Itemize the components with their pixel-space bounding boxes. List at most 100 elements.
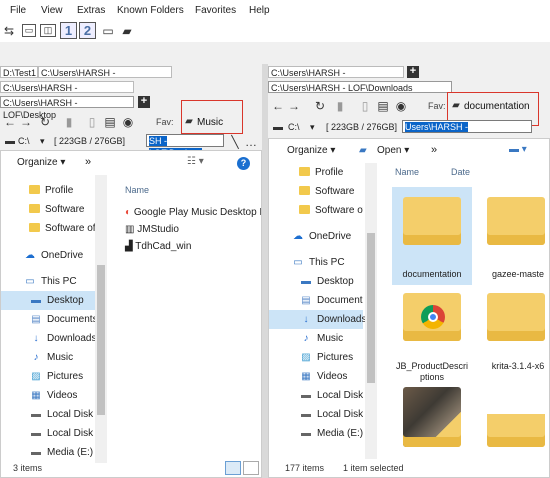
nav-item-profile[interactable]: Profile: [29, 181, 73, 200]
nav-item-media-e[interactable]: ▬ Media (E:): [29, 443, 95, 462]
drive-select[interactable]: C:\: [288, 122, 300, 132]
swap-panes-icon[interactable]: ⇆: [2, 23, 16, 39]
back-icon[interactable]: ←: [271, 98, 285, 114]
pen-icon[interactable]: ╲: [228, 134, 242, 150]
folder-tile-jb-product[interactable]: JB_ProductDescri ptions: [392, 287, 472, 383]
menu-favorites[interactable]: Favorites: [195, 5, 236, 16]
nav-item-local-disk-c[interactable]: ▬Local Disk (: [29, 405, 95, 424]
refresh-icon[interactable]: ↻: [38, 114, 52, 130]
view-options-icon[interactable]: ☷ ▾: [187, 156, 204, 167]
nav-item-documents[interactable]: ▤ Documents: [299, 291, 363, 310]
file-row[interactable]: ◐ Google Play Music Desktop P: [125, 207, 261, 218]
menu-known-folders[interactable]: Known Folders: [117, 5, 184, 16]
nav-item-downloads[interactable]: ↓ Downloads: [29, 329, 97, 348]
path-input[interactable]: Users\HARSH - LOF\Downloads: [402, 120, 532, 133]
more-commands-button[interactable]: »: [431, 144, 437, 156]
nav-scrollbar-thumb[interactable]: [97, 265, 105, 415]
music-icon: ♪: [303, 333, 309, 344]
menu-help[interactable]: Help: [249, 5, 270, 16]
copy-icon[interactable]: ▯: [358, 98, 372, 114]
folder-tile-gazee[interactable]: gazee-maste: [487, 187, 549, 285]
nav-item-pictures[interactable]: ▨ Pictures: [29, 367, 83, 386]
pane-1-button[interactable]: 1: [60, 22, 77, 39]
folder-tile-documents[interactable]: [487, 387, 549, 457]
drive-dropdown-arrow[interactable]: ▾: [40, 136, 45, 147]
view-icon[interactable]: ▤: [103, 114, 117, 130]
column-name[interactable]: Name: [125, 185, 149, 195]
nav-item-downloads[interactable]: ↓ Downloads: [269, 310, 366, 329]
tab-desktop-active[interactable]: C:\Users\HARSH - LOF\Desktop: [0, 96, 134, 120]
app-icon: ▥: [125, 224, 138, 235]
nav-item-this-pc[interactable]: ▭ This PC: [291, 253, 344, 272]
more-icon[interactable]: …: [244, 134, 258, 150]
nav-item-software[interactable]: Software: [299, 182, 354, 201]
folder-tile-documentation[interactable]: documentation: [392, 187, 472, 285]
nav-item-software-of[interactable]: Software of: [299, 201, 363, 220]
copy-icon[interactable]: ▯: [85, 114, 99, 130]
nav-item-pictures[interactable]: ▨ Pictures: [299, 348, 353, 367]
nav-item-media-e[interactable]: ▬ Media (E:): [299, 424, 363, 443]
path-input[interactable]: SH - LOF\Desktop: [146, 134, 224, 158]
refresh-icon[interactable]: ↻: [313, 98, 327, 114]
nav-scrollbar[interactable]: [95, 175, 107, 463]
nav-item-music[interactable]: ♪ Music: [299, 329, 344, 348]
open-button[interactable]: Open ▾: [377, 145, 409, 156]
dual-pane-icon[interactable]: ◫: [40, 24, 56, 37]
nav-item-desktop[interactable]: ▬ Desktop: [1, 291, 95, 310]
view-options-icon[interactable]: ▬ ▾: [509, 144, 527, 155]
folder-icon[interactable]: ▰: [120, 23, 134, 39]
column-name[interactable]: Name: [395, 167, 419, 177]
tab-desktop-2[interactable]: C:\Users\HARSH - LOF\Desktop: [0, 81, 134, 105]
nav-item-local-disk-d[interactable]: ▬Local Disk (: [29, 424, 95, 443]
nav-item-onedrive[interactable]: ☁ OneDrive: [23, 246, 83, 265]
nav-item-videos[interactable]: ▦ Videos: [29, 386, 77, 405]
tab-right-downloads[interactable]: C:\Users\HARSH - LOF\Downloads: [268, 81, 452, 93]
nav-item-profile[interactable]: Profile: [299, 163, 343, 182]
nav-item-local-disk-c[interactable]: ▬Local Disk (: [299, 386, 363, 405]
menu-file[interactable]: File: [10, 5, 26, 16]
pane-2-button[interactable]: 2: [79, 22, 96, 39]
drive-dropdown-arrow[interactable]: ▾: [310, 122, 315, 133]
nav-scrollbar[interactable]: [365, 163, 377, 459]
add-tab-button[interactable]: +: [138, 96, 150, 108]
organize-button[interactable]: Organize ▾: [287, 145, 335, 156]
forward-icon[interactable]: →: [287, 98, 301, 114]
nav-item-local-disk-d[interactable]: ▬Local Disk (: [299, 405, 363, 424]
nav-item-videos[interactable]: ▦ Videos: [299, 367, 347, 386]
nav-item-software[interactable]: Software: [29, 200, 84, 219]
help-icon[interactable]: ?: [237, 157, 250, 170]
nav-item-desktop[interactable]: ▬ Desktop: [299, 272, 354, 291]
monitor-icon[interactable]: ▭: [101, 23, 115, 39]
folder-tile-photos[interactable]: [392, 387, 472, 457]
file-row[interactable]: ▟ TdhCad_win: [125, 241, 191, 252]
menu-view[interactable]: View: [41, 5, 63, 16]
nav-item-music[interactable]: ♪ Music: [29, 348, 74, 367]
eye-icon[interactable]: ◉: [394, 98, 408, 114]
nav-item-documents[interactable]: ▤ Documents: [29, 310, 95, 329]
tab-desktop[interactable]: C:\Users\HARSH - LOF\Desktop: [38, 66, 172, 90]
forward-icon[interactable]: →: [19, 114, 33, 130]
delete-icon[interactable]: ▮: [62, 114, 76, 130]
eye-icon[interactable]: ◉: [121, 114, 135, 130]
delete-icon[interactable]: ▮: [333, 98, 347, 114]
nav-scrollbar-thumb[interactable]: [367, 233, 375, 383]
back-icon[interactable]: ←: [3, 114, 17, 130]
folder-tile-krita[interactable]: krita-3.1.4-x6: [487, 287, 549, 383]
nav-item-software-of[interactable]: Software of: [29, 219, 95, 238]
column-date[interactable]: Date: [451, 167, 470, 177]
nav-item-onedrive[interactable]: ☁ OneDrive: [291, 227, 351, 246]
app-icon: ◐: [125, 207, 134, 218]
add-tab-button-right[interactable]: +: [407, 66, 419, 78]
single-pane-icon[interactable]: ▭: [22, 24, 36, 37]
view-icon[interactable]: ▤: [376, 98, 390, 114]
organize-button[interactable]: Organize ▾: [17, 157, 65, 168]
menu-extras[interactable]: Extras: [77, 5, 105, 16]
drive-select[interactable]: C:\: [18, 136, 30, 146]
more-commands-button[interactable]: »: [85, 156, 91, 168]
details-view-button[interactable]: [225, 461, 241, 475]
large-icons-view-button[interactable]: [243, 461, 259, 475]
tab-right-desktop[interactable]: C:\Users\HARSH - LOF\Desktop: [268, 66, 404, 90]
tab-test1[interactable]: D:\Test1: [0, 66, 38, 78]
nav-item-this-pc[interactable]: ▭ This PC: [23, 272, 76, 291]
file-row[interactable]: ▥ JMStudio: [125, 224, 179, 235]
